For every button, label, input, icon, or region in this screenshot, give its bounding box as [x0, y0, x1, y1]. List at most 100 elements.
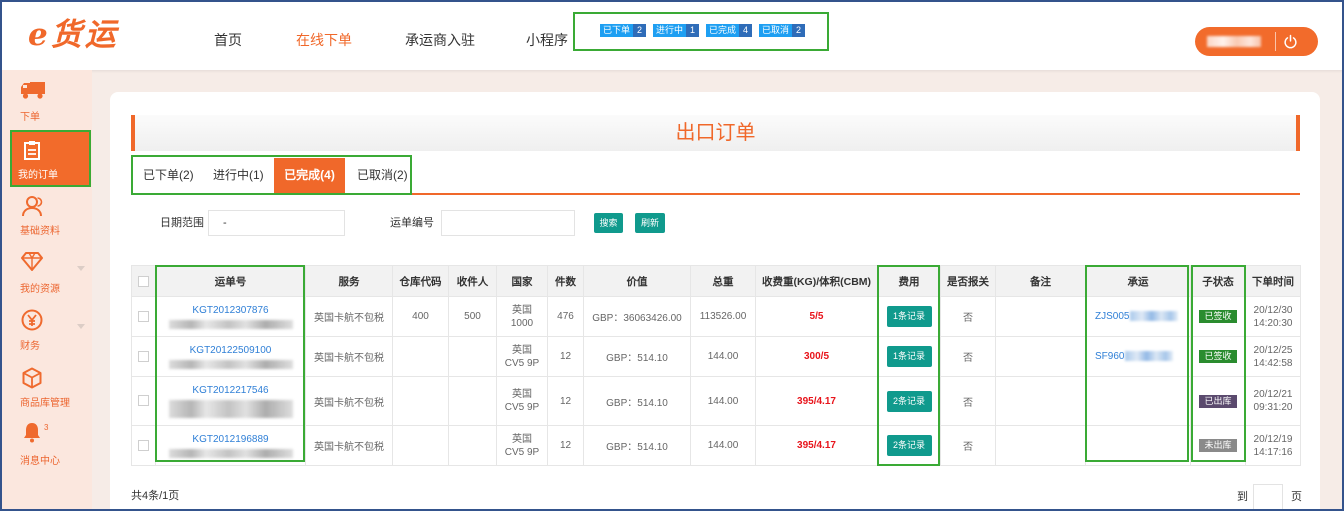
nav-home[interactable]: 首页 — [214, 30, 242, 50]
tab-placed[interactable]: 已下单(2) — [143, 158, 194, 193]
redacted-text — [168, 400, 293, 418]
sidebar-item-label: 消息中心 — [20, 456, 60, 467]
status-cell: 已出库 — [1190, 376, 1246, 426]
order-badge-placed[interactable]: 已下单 2 — [600, 24, 647, 37]
sidebar-item-place-order[interactable]: 下单 — [0, 78, 92, 134]
pagination-summary: 共4条/1页 — [131, 490, 180, 502]
header-customs: 是否报关 — [940, 265, 996, 297]
row-checkbox[interactable] — [138, 395, 149, 407]
order-badge-in-progress[interactable]: 进行中 1 — [653, 24, 700, 37]
fee-records-button[interactable]: 1条记录 — [886, 346, 932, 367]
country-name: 英国 — [512, 344, 532, 356]
redacted-text — [1125, 351, 1174, 362]
carrier-link[interactable]: ZJS005 — [1095, 311, 1129, 322]
nav-carrier-join[interactable]: 承运商入驻 — [405, 30, 475, 50]
tab-cancelled[interactable]: 已取消(2) — [357, 158, 408, 193]
country-cell: 英国 CV5 9P — [496, 336, 548, 377]
select-all-checkbox[interactable] — [138, 275, 149, 287]
fee-records-button[interactable]: 2条记录 — [886, 435, 932, 456]
carrier-link[interactable]: SF960 — [1095, 351, 1124, 362]
country-name: 英国 — [512, 304, 532, 316]
waybill-cell: KGT2012307876 — [155, 296, 306, 337]
date-range-input[interactable] — [208, 210, 345, 236]
tab-completed[interactable]: 已完成(4) — [274, 158, 345, 193]
order-badge-count: 2 — [792, 24, 806, 37]
refresh-button[interactable]: 刷新 — [635, 213, 665, 233]
country-cell: 英国 CV5 9P — [496, 376, 548, 426]
sidebar-item-product-library[interactable]: 商品库管理 — [0, 364, 92, 420]
fee-cell: 1条记录 — [877, 336, 941, 377]
pieces-cell: 476 — [547, 296, 584, 337]
header-charge-weight: 收费重(KG)/体积(CBM) — [755, 265, 878, 297]
sidebar-item-my-resources[interactable]: 我的资源 — [0, 248, 92, 304]
row-checkbox[interactable] — [138, 439, 149, 451]
postcode: CV5 9P — [504, 446, 540, 458]
date-range-label: 日期范围 — [160, 217, 204, 229]
service-cell: 英国卡航不包税 — [305, 425, 393, 466]
chevron-down-icon — [77, 266, 85, 271]
weight-cell: 144.00 — [690, 376, 756, 426]
order-badge-label: 已取消 — [759, 24, 793, 37]
redacted-text — [168, 449, 293, 458]
header-select-all — [131, 265, 156, 297]
truck-icon — [20, 80, 46, 105]
sidebar-item-messages[interactable]: 3 消息中心 — [0, 418, 92, 474]
customs-cell: 否 — [940, 296, 996, 337]
warehouse-code-cell — [392, 376, 449, 426]
order-badge-completed[interactable]: 已完成 4 — [706, 24, 753, 37]
table-header-row: 运单号 服务 仓库代码 收件人 国家 件数 价值 总重 收费重(KG)/体积(CBM) 费用 是否报… — [131, 265, 1301, 297]
waybill-link[interactable]: KGT2012196889 — [158, 433, 303, 446]
order-badge-label: 已完成 — [706, 24, 740, 37]
brand-logo[interactable]: e货运 — [28, 15, 119, 55]
weight-cell: 144.00 — [690, 336, 756, 377]
value-cell: GBP：514.10 — [583, 425, 691, 466]
warehouse-code-cell — [392, 336, 449, 377]
user-menu[interactable] — [1195, 27, 1318, 56]
fee-cell: 2条记录 — [877, 425, 941, 466]
header-fee: 费用 — [877, 265, 941, 297]
waybill-number-input[interactable] — [441, 210, 575, 236]
sidebar-item-finance[interactable]: 财务 — [0, 306, 92, 362]
tab-in-progress[interactable]: 进行中(1) — [213, 158, 264, 193]
row-checkbox[interactable] — [138, 350, 149, 362]
order-time: 14:42:58 — [1253, 357, 1293, 369]
power-icon[interactable] — [1283, 34, 1298, 49]
charge-weight-cell: 395/4.17 — [755, 425, 878, 466]
table-body: KGT2012307876 英国卡航不包税 400 500 英国 1000 476 GBP：3… — [131, 296, 1301, 466]
search-button[interactable]: 搜索 — [594, 213, 623, 233]
order-badge-cancelled[interactable]: 已取消 2 — [759, 24, 806, 37]
waybill-link[interactable]: KGT2012217546 — [158, 384, 303, 397]
postcode: 1000 — [510, 317, 534, 329]
fee-records-button[interactable]: 2条记录 — [886, 390, 932, 412]
box-icon — [21, 367, 43, 394]
sidebar-item-label: 我的订单 — [18, 170, 58, 181]
redacted-text — [168, 360, 293, 369]
waybill-link[interactable]: KGT2012307876 — [158, 304, 303, 317]
order-date: 20/12/19 — [1253, 433, 1293, 445]
sidebar-item-label: 下单 — [20, 112, 40, 123]
waybill-link[interactable]: KGT20122509100 — [158, 344, 303, 357]
sidebar-item-basic-info[interactable]: 基础资料 — [0, 192, 92, 248]
header-remark: 备注 — [995, 265, 1086, 297]
charge-weight-cell: 395/4.17 — [755, 376, 878, 426]
sidebar-item-my-orders[interactable]: 我的订单 — [11, 131, 90, 186]
fee-records-button[interactable]: 1条记录 — [886, 306, 932, 327]
table-row: KGT2012307876 英国卡航不包税 400 500 英国 1000 476 GBP：3… — [131, 296, 1301, 337]
goto-page-prefix: 到 — [1237, 491, 1248, 503]
order-time-cell: 20/12/30 14:20:30 — [1245, 296, 1301, 337]
row-checkbox[interactable] — [138, 310, 149, 322]
order-time-cell: 20/12/25 14:42:58 — [1245, 336, 1301, 377]
nav-mini-program[interactable]: 小程序 — [526, 30, 568, 50]
divider — [1275, 32, 1276, 51]
order-time: 09:31:20 — [1253, 402, 1293, 413]
goto-page-input[interactable] — [1253, 484, 1283, 510]
redacted-text — [1130, 311, 1179, 322]
header-order-time: 下单时间 — [1245, 265, 1301, 297]
nav-online-order[interactable]: 在线下单 — [296, 30, 352, 50]
status-cell: 已签收 — [1190, 336, 1246, 377]
header-waybill: 运单号 — [155, 265, 306, 297]
header-service: 服务 — [305, 265, 393, 297]
header-warehouse: 仓库代码 — [392, 265, 449, 297]
header-carrier: 承运 — [1085, 265, 1191, 297]
status-cell: 未出库 — [1190, 425, 1246, 466]
